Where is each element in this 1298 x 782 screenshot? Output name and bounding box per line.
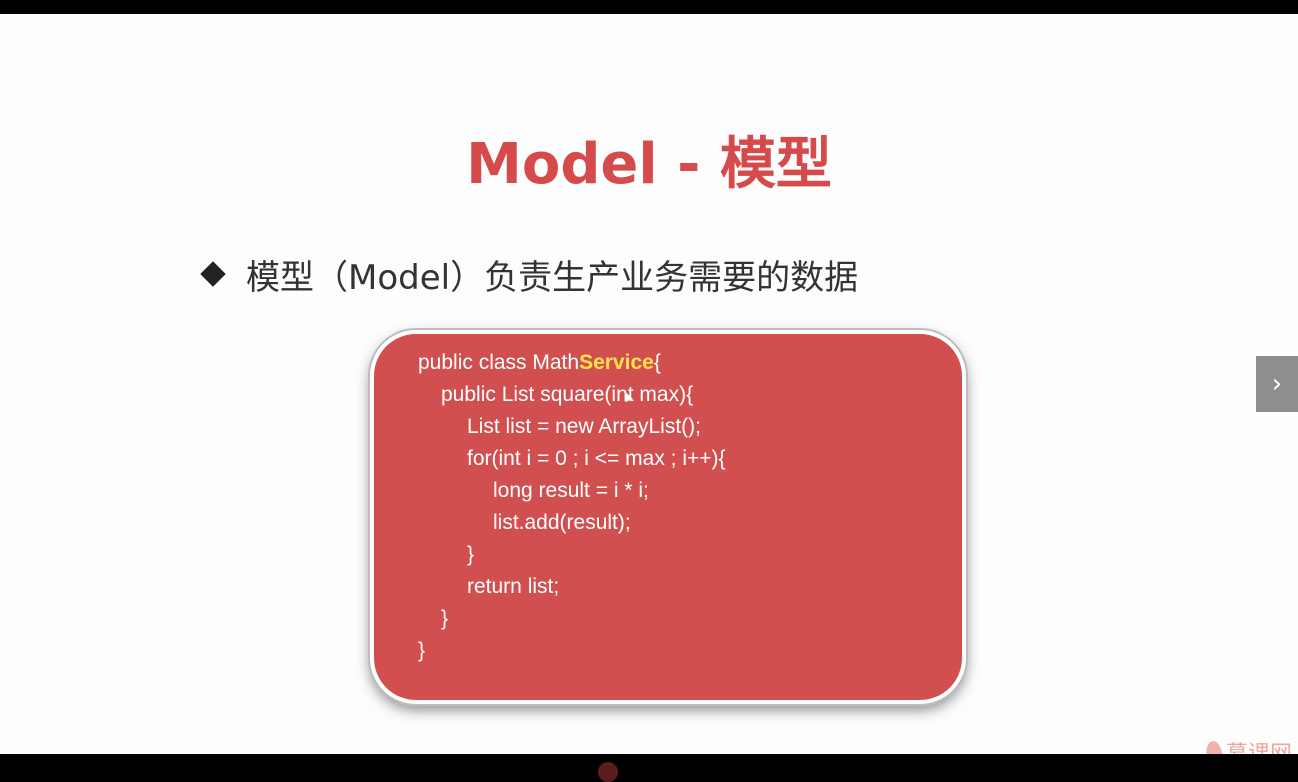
code-line-3: List list = new ArrayList(); <box>467 415 701 438</box>
chevron-right-icon: › <box>1271 369 1283 399</box>
code-line-2: public List square(int max){ <box>441 383 694 406</box>
code-line-7: } <box>467 543 475 566</box>
presentation-slide: Model - 模型 模型（Model）负责生产业务需要的数据 public c… <box>0 14 1298 767</box>
diamond-bullet-icon <box>200 261 226 287</box>
code-line-4: for(int i = 0 ; i <= max ; i++){ <box>467 447 726 470</box>
code-line-9: } <box>441 607 449 630</box>
code-line-1: public class MathService{ <box>418 349 661 377</box>
code-line-6: list.add(result); <box>493 511 631 534</box>
next-slide-button[interactable]: › <box>1256 356 1298 412</box>
code-line-5: long result = i * i; <box>493 479 649 502</box>
bullet-text: 模型（Model）负责生产业务需要的数据 <box>246 257 859 298</box>
progress-dot <box>598 762 618 782</box>
slide-title: Model - 模型 <box>466 132 832 197</box>
bullet-point: 模型（Model）负责生产业务需要的数据 <box>198 252 859 298</box>
code-text: public class Math <box>418 351 580 374</box>
code-line-8: return list; <box>467 575 560 598</box>
code-highlight: Service <box>579 351 654 374</box>
code-text: { <box>653 351 661 374</box>
code-line-10: } <box>418 639 426 662</box>
bottom-bar <box>0 754 1298 769</box>
